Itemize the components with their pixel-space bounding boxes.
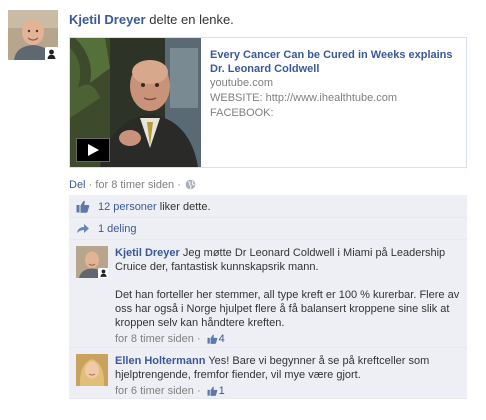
comment-meta: for 8 timer siden · 4: [115, 332, 461, 348]
share-title-link[interactable]: Every Cancer Can be Cured in Weeks expla…: [210, 48, 460, 76]
comment-meta-separator: ·: [196, 333, 201, 345]
user-badge-icon: [98, 268, 108, 278]
comment-author-link[interactable]: Kjetil Dreyer: [115, 247, 180, 259]
comment-item: Ellen Holtermann Yes! Bare vi begynner å…: [69, 348, 467, 399]
comment-like-count[interactable]: 4: [219, 333, 225, 345]
share-description-line2: FACEBOOK:: [210, 107, 274, 119]
shares-count-link[interactable]: 1 deling: [98, 223, 137, 235]
like-thumb-icon: [76, 200, 90, 216]
comment-like-count[interactable]: 1: [219, 385, 225, 397]
actions-separator: ·: [88, 179, 93, 191]
share-description-line1: WEBSITE: http://www.ihealthtube.com: [210, 92, 398, 104]
actions-separator-2: ·: [177, 179, 181, 191]
globe-icon[interactable]: [185, 179, 196, 193]
share-icon: [76, 223, 90, 238]
comment-avatar[interactable]: [76, 354, 108, 386]
video-thumbnail[interactable]: [70, 38, 201, 167]
play-button[interactable]: [76, 138, 110, 162]
comment-body: Ellen Holtermann Yes! Bare vi begynner å…: [115, 354, 461, 400]
share-source: youtube.com: [210, 77, 273, 89]
comment-avatar-image: [76, 354, 108, 386]
comment-meta-separator: ·: [196, 385, 201, 397]
share-action-link[interactable]: Del: [69, 179, 86, 191]
comment-timestamp[interactable]: for 6 timer siden: [115, 385, 194, 397]
comment-body: Kjetil Dreyer Jeg møtte Dr Leonard Coldw…: [115, 246, 461, 348]
comment-avatar[interactable]: [76, 246, 108, 278]
story-action-text: delte en lenke.: [149, 12, 234, 27]
likes-count-link[interactable]: 12 personer: [98, 201, 157, 213]
play-icon: [88, 144, 99, 156]
share-text-block: Every Cancer Can be Cured in Weeks expla…: [210, 48, 460, 121]
comment-item: Kjetil Dreyer Jeg møtte Dr Leonard Coldw…: [69, 240, 467, 348]
user-badge-icon: [45, 47, 58, 60]
shares-row: 1 deling: [69, 218, 467, 240]
actor-name-link[interactable]: Kjetil Dreyer: [69, 12, 146, 27]
comment-meta: for 6 timer siden · 1: [115, 384, 461, 400]
comment-author-link[interactable]: Ellen Holtermann: [115, 355, 205, 367]
shared-link-preview[interactable]: Every Cancer Can be Cured in Weeks expla…: [69, 37, 467, 168]
story-timestamp[interactable]: for 8 timer siden: [95, 179, 174, 191]
story-actions: Del · for 8 timer siden ·: [69, 179, 196, 193]
like-thumb-icon: [207, 386, 218, 400]
likes-row: 12 personer liker dette.: [69, 195, 467, 218]
feedback-section: 12 personer liker dette. 1 deling Kjetil…: [69, 195, 467, 399]
comment-text-paragraph: Det han forteller her stemmer, all type …: [115, 289, 460, 329]
likes-suffix: liker dette.: [159, 201, 211, 213]
like-thumb-icon: [207, 334, 218, 348]
comment-timestamp[interactable]: for 8 timer siden: [115, 333, 194, 345]
story-header: Kjetil Dreyer delte en lenke.: [69, 12, 234, 27]
actor-avatar[interactable]: [8, 10, 58, 60]
